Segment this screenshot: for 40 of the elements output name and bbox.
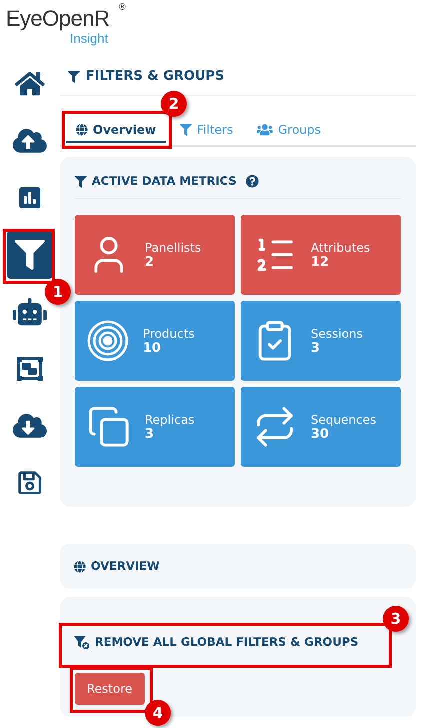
- panel-title: OVERVIEW: [91, 559, 160, 574]
- tab[interactable]: Groups: [247, 118, 332, 143]
- globe-icon: [76, 124, 88, 136]
- panel-title: REMOVE ALL GLOBAL FILTERS & GROUPS: [95, 635, 359, 650]
- restore-button[interactable]: Restore: [75, 673, 145, 705]
- panel-title: ACTIVE DATA METRICS: [92, 174, 237, 189]
- metric-label: Sequences: [311, 412, 376, 426]
- target-icon: [87, 320, 129, 362]
- filter-icon: [15, 240, 45, 270]
- metric-label: Attributes: [311, 240, 370, 254]
- globe-icon: [74, 560, 86, 572]
- step-badge: 2: [161, 91, 187, 117]
- metric-value: 3: [145, 426, 156, 442]
- metric-label: Products: [143, 326, 195, 340]
- step-badge: 4: [145, 700, 171, 726]
- logo-subtitle: Insight: [70, 31, 108, 46]
- metric-value: 3: [311, 340, 322, 356]
- tab[interactable]: Overview: [66, 118, 166, 143]
- metric-value: 30: [311, 426, 330, 442]
- bar-chart-icon: [18, 186, 42, 210]
- people-icon: [257, 122, 274, 138]
- tab[interactable]: Filters: [170, 118, 244, 143]
- sidebar-button[interactable]: [7, 231, 53, 279]
- metric-value: 2: [145, 254, 156, 270]
- page-title: FILTERS & GROUPS: [86, 68, 225, 85]
- metric-label: Panellists: [145, 240, 202, 254]
- filter-icon: [180, 124, 192, 136]
- filter-icon: [68, 70, 80, 82]
- logo-wordmark: EyeOpenR: [6, 6, 110, 31]
- filter-icon: [75, 176, 87, 188]
- metric-label: Sessions: [311, 326, 364, 340]
- picture-in-picture-icon: [17, 357, 43, 381]
- registered-mark: ®: [118, 3, 127, 13]
- copy-icon: [87, 405, 131, 449]
- metric-value: 12: [311, 254, 330, 270]
- metric-label: Replicas: [145, 412, 195, 426]
- metric-value: 10: [143, 340, 162, 356]
- filter-remove-icon: [74, 636, 90, 650]
- help-icon[interactable]: [246, 175, 259, 188]
- save-icon: [17, 470, 43, 496]
